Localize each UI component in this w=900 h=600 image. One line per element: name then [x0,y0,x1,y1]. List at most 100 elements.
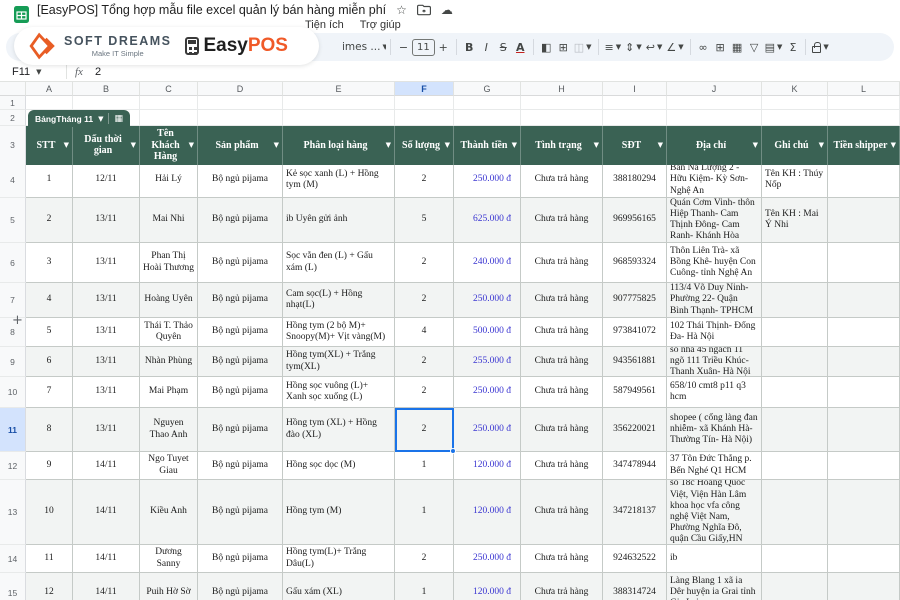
corner-select-all[interactable] [0,82,26,96]
cell[interactable] [521,96,603,110]
cell[interactable]: 11 [26,545,73,573]
cell[interactable] [828,347,900,377]
filter-icon[interactable]: ▽ [746,37,763,57]
cell[interactable] [762,480,828,545]
cell[interactable] [762,408,828,452]
cell[interactable]: 14/11 [73,573,140,600]
row-header[interactable]: 5 [0,198,26,243]
cell[interactable] [395,110,454,126]
cell[interactable]: Mai Phạm [140,377,198,408]
cell[interactable]: 5 [395,198,454,243]
cell[interactable] [828,243,900,283]
table-header-cell[interactable]: Phân loại hàng▼ [283,126,395,165]
cell[interactable]: 2 [395,283,454,318]
filter-chevron-icon[interactable]: ▼ [445,141,450,149]
cell[interactable] [603,110,667,126]
cell[interactable]: Chưa trả hàng [521,283,603,318]
cell[interactable]: 250.000 đ [454,377,521,408]
cell[interactable]: Chưa trả hàng [521,198,603,243]
cell[interactable]: 250.000 đ [454,163,521,198]
cell[interactable]: Chưa trả hàng [521,408,603,452]
filter-chevron-icon[interactable]: ▼ [64,141,69,149]
cell[interactable]: Bộ ngủ pijama [198,283,283,318]
protect-sheet-icon[interactable]: ▼ [810,37,830,57]
cell[interactable] [828,198,900,243]
row-header[interactable]: 3 [0,126,26,165]
cell[interactable]: Hải Lý [140,163,198,198]
cell[interactable]: 2 [395,408,454,452]
cell[interactable]: Hồng sọc dọc (M) [283,452,395,480]
cell[interactable]: 12/11 [73,163,140,198]
cell[interactable]: 7 [26,377,73,408]
functions-sum-button[interactable]: Σ [784,37,801,57]
cell[interactable]: 2 [395,243,454,283]
cell[interactable]: Nguyen Thao Anh [140,408,198,452]
cell[interactable] [454,96,521,110]
cell[interactable]: 587949561 [603,377,667,408]
cell[interactable]: 4 [395,318,454,347]
table-header-cell[interactable]: SĐT▼ [603,126,667,165]
cell[interactable]: 250.000 đ [454,283,521,318]
cell[interactable]: Chưa trả hàng [521,452,603,480]
text-wrap-icon[interactable]: ↩▼ [644,37,665,57]
cell[interactable]: 4 [26,283,73,318]
cell[interactable] [454,110,521,126]
table-views-icon[interactable]: ▤▼ [763,37,785,57]
cell[interactable] [828,452,900,480]
cell[interactable]: 2 [395,347,454,377]
cell[interactable] [140,96,198,110]
filter-chevron-icon[interactable]: ▼ [512,141,517,149]
table-header-cell[interactable]: Tình trạng▼ [521,126,603,165]
filter-chevron-icon[interactable]: ▼ [386,141,391,149]
cell[interactable] [828,163,900,198]
filter-chevron-icon[interactable]: ▼ [819,141,824,149]
cell[interactable]: 13/11 [73,283,140,318]
cell[interactable] [73,96,140,110]
font-family-select[interactable]: imes ... ▼ [340,37,386,57]
cell[interactable]: 3 [26,243,73,283]
row-header[interactable]: 13 [0,480,26,545]
cell[interactable]: Bộ ngủ pijama [198,318,283,347]
cell[interactable]: số nhà 45 ngách 11 ngõ 111 Triều Khúc- T… [667,347,762,377]
formula-input[interactable]: 2 [95,66,101,78]
cell[interactable]: 12 [26,573,73,600]
cell[interactable]: Bộ ngủ pijama [198,480,283,545]
row-header[interactable]: 10 [0,377,26,408]
cell[interactable]: 500.000 đ [454,318,521,347]
vertical-align-icon[interactable]: ⇕▼ [623,37,644,57]
cell[interactable]: ib [667,545,762,573]
text-rotation-icon[interactable]: ∠▼ [664,37,685,57]
filter-chevron-icon[interactable]: ▼ [131,141,136,149]
cell[interactable]: Bộ ngủ pijama [198,377,283,408]
cell[interactable] [667,110,762,126]
menu-item-tien-ich[interactable]: Tiện ích [305,19,344,31]
cell[interactable] [828,545,900,573]
cell[interactable] [283,96,395,110]
filter-chevron-icon[interactable]: ▼ [189,141,194,149]
cell[interactable]: Hoàng Uyên [140,283,198,318]
cell[interactable] [828,283,900,318]
cell[interactable]: Puih Hờ Sờ [140,573,198,600]
row-header[interactable]: 1 [0,96,26,110]
cell[interactable]: 924632522 [603,545,667,573]
table-header-cell[interactable]: Sản phẩm▼ [198,126,283,165]
cell[interactable]: 347218137 [603,480,667,545]
cell[interactable] [828,318,900,347]
filter-chevron-icon[interactable]: ▼ [594,141,599,149]
cell[interactable]: Phan Thị Hoài Thương [140,243,198,283]
decrease-font-size-button[interactable]: − [395,37,412,57]
cell[interactable]: 14/11 [73,480,140,545]
cell[interactable]: 1 [395,573,454,600]
cell[interactable]: ib Uyên gửi ảnh [283,198,395,243]
cell[interactable] [828,573,900,600]
cell[interactable]: 969956165 [603,198,667,243]
cell[interactable]: Chưa trả hàng [521,318,603,347]
cell[interactable]: Bộ ngủ pijama [198,163,283,198]
cell[interactable]: 968593324 [603,243,667,283]
cell[interactable]: 120.000 đ [454,573,521,600]
cell[interactable]: 388180294 [603,163,667,198]
cell[interactable]: 943561881 [603,347,667,377]
cell[interactable]: Chưa trả hàng [521,480,603,545]
cell[interactable]: Hồng tym (2 bộ M)+ Snoopy(M)+ Vịt vàng(M… [283,318,395,347]
cell[interactable] [762,110,828,126]
